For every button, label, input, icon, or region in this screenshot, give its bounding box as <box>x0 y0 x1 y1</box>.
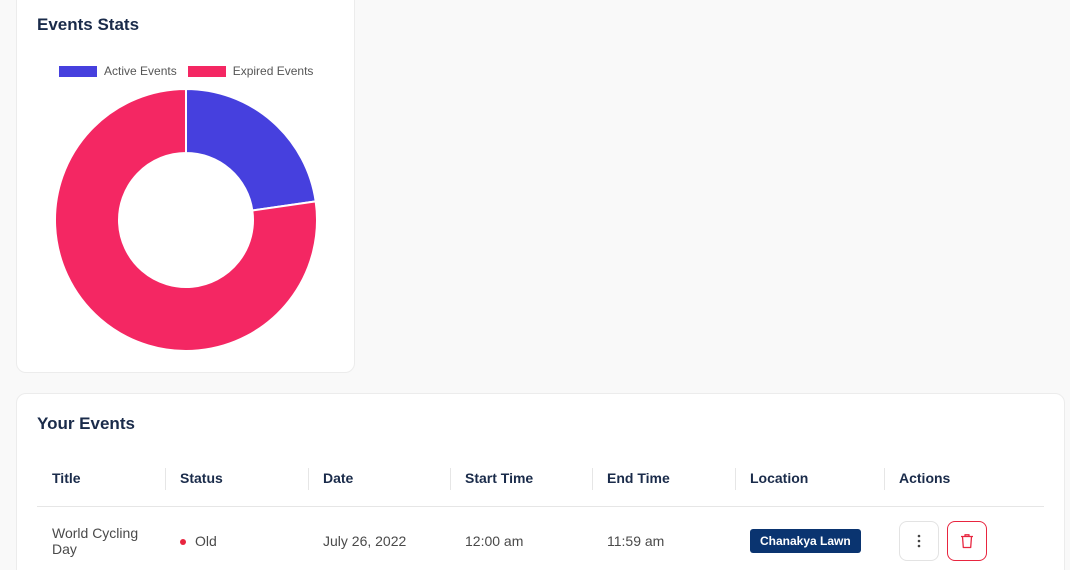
status-text: Old <box>195 533 217 550</box>
donut-slice-active-events[interactable] <box>185 87 317 212</box>
col-header-actions: Actions <box>884 450 1044 507</box>
trash-icon <box>960 534 973 549</box>
col-header-location: Location <box>735 450 884 507</box>
col-header-end-time: End Time <box>592 450 735 507</box>
legend-label-active: Active Events <box>104 64 177 78</box>
your-events-title: Your Events <box>37 414 135 433</box>
cell-date: July 26, 2022 <box>323 533 407 550</box>
table-header-row: Title Status Date Start Time End Time Lo… <box>37 450 1044 507</box>
events-stats-title: Events Stats <box>37 15 140 34</box>
legend-swatch-active <box>59 65 97 77</box>
col-header-start-time: Start Time <box>450 450 592 507</box>
legend-label-expired: Expired Events <box>232 64 314 78</box>
chart-legend: Active Events Expired Events <box>59 64 324 78</box>
cell-title: World Cycling Day <box>52 525 139 558</box>
cell-start-time: 12:00 am <box>465 533 524 550</box>
your-events-card: Your Events Title Status Date Start Time… <box>16 393 1065 570</box>
cell-end-time: 11:59 am <box>607 533 665 550</box>
more-options-button[interactable] <box>899 521 939 562</box>
more-vertical-icon <box>917 534 921 548</box>
events-stats-card: Events Stats Active Events Expired Event… <box>16 0 355 373</box>
events-table: Title Status Date Start Time End Time Lo… <box>37 450 1044 570</box>
legend-item-active[interactable]: Active Events <box>59 64 177 78</box>
cell-status: Old <box>165 506 308 570</box>
col-header-date: Date <box>308 450 450 507</box>
cell-location: Chanakya Lawn <box>735 506 884 570</box>
col-header-status: Status <box>165 450 308 507</box>
events-donut-chart <box>54 87 318 352</box>
location-badge[interactable]: Chanakya Lawn <box>750 529 861 554</box>
legend-item-expired[interactable]: Expired Events <box>187 64 314 78</box>
cell-actions <box>884 506 1044 570</box>
col-header-title: Title <box>37 450 165 507</box>
status-dot <box>180 538 186 545</box>
legend-swatch-expired <box>187 65 226 77</box>
table-row: World Cycling Day Old July 26, 2022 12:0… <box>37 506 1044 570</box>
delete-button[interactable] <box>946 521 987 562</box>
